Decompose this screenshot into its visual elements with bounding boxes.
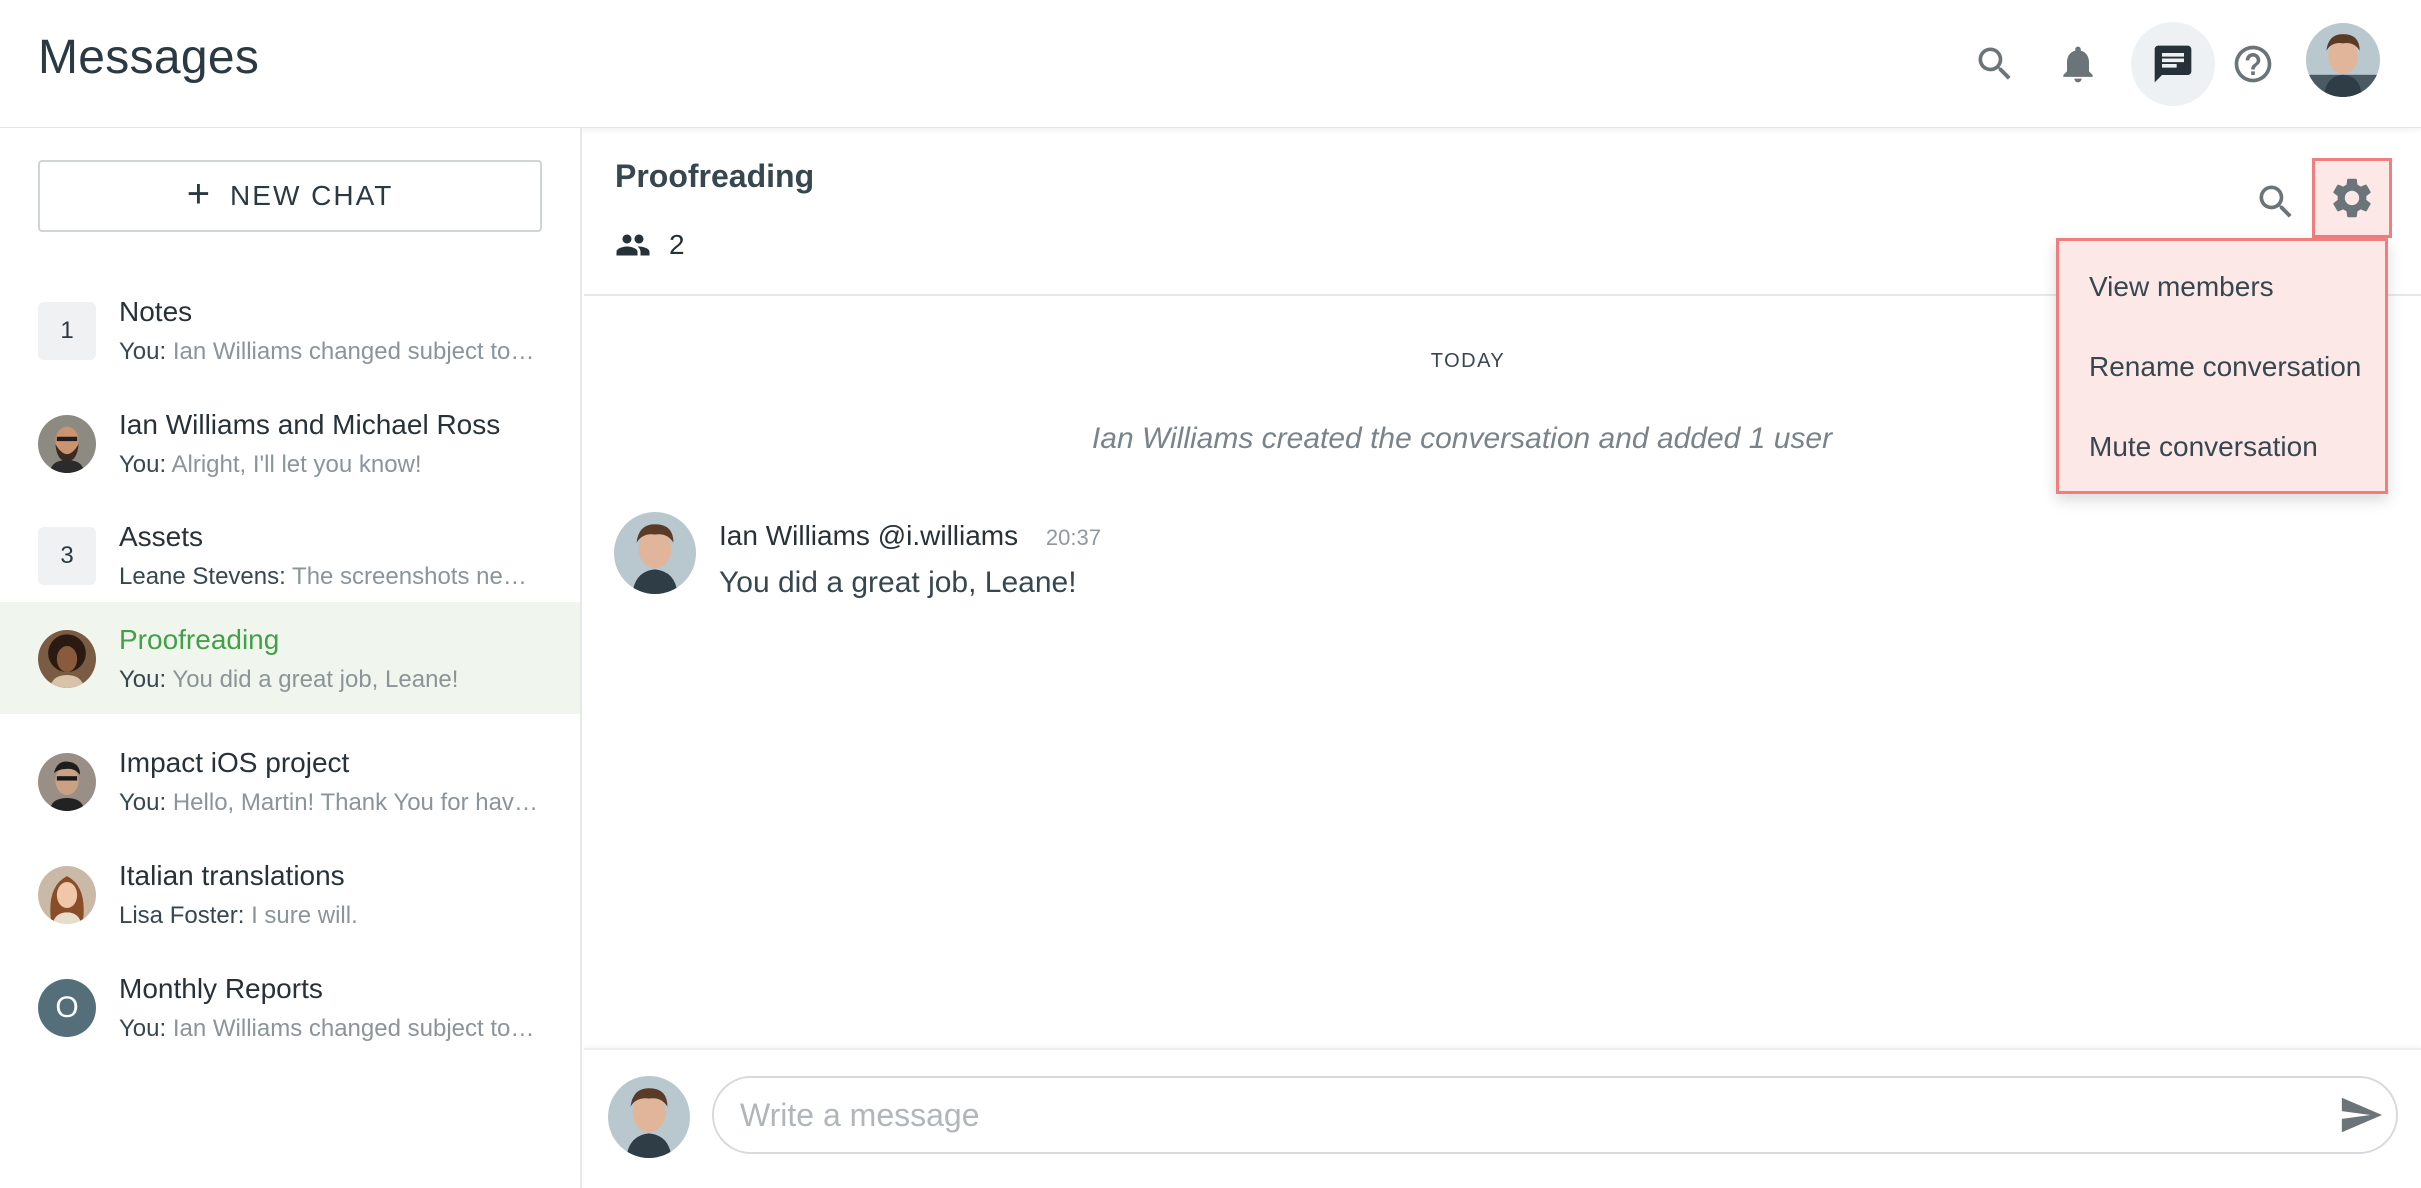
app-title: Messages	[38, 31, 260, 84]
chat-icon[interactable]	[2131, 22, 2215, 106]
conversation-item-proofreading[interactable]: Proofreading You: You did a great job, L…	[0, 602, 580, 714]
conversation-item-monthly-reports[interactable]: O Monthly Reports You: Ian Williams chan…	[0, 951, 580, 1063]
system-message: Ian Williams created the conversation an…	[1091, 422, 1833, 455]
preview-sender: Leane Stevens:	[119, 563, 286, 590]
conversation-preview: You: Hello, Martin! Thank You for having…	[119, 789, 539, 817]
preview-text: I sure will.	[251, 902, 358, 929]
preview-text: Hello, Martin! Thank You for having me	[172, 789, 539, 816]
avatar	[38, 415, 96, 473]
conversation-title: Assets	[119, 521, 204, 552]
message-header: Ian Williams @i.williams 20:37	[719, 520, 1101, 552]
preview-sender: You:	[119, 451, 167, 478]
menu-item-rename-conversation[interactable]: Rename conversation	[2089, 351, 2361, 383]
message-composer	[584, 1048, 2421, 1188]
bell-icon[interactable]	[2036, 22, 2120, 106]
preview-sender: You:	[119, 666, 167, 693]
user-avatar[interactable]	[2306, 23, 2380, 97]
preview-sender: You:	[119, 1015, 167, 1042]
people-icon	[616, 234, 650, 256]
member-count[interactable]: 2	[615, 227, 685, 263]
message-handle: @i.williams	[877, 520, 1019, 551]
conversation-item-ian-michael[interactable]: Ian Williams and Michael Ross You: Alrig…	[0, 387, 580, 499]
conversation-item-assets[interactable]: 3 Assets Leane Stevens: The screenshots …	[0, 499, 580, 611]
conversation-title: Italian translations	[119, 860, 345, 891]
preview-sender: You:	[119, 338, 167, 365]
settings-menu: View members Rename conversation Mute co…	[2056, 238, 2388, 494]
message-timestamp: 20:37	[1045, 525, 1101, 550]
search-icon[interactable]	[2246, 172, 2306, 232]
preview-sender: Lisa Foster:	[119, 902, 245, 929]
preview-text: Ian Williams changed subject to Monthly …	[172, 1015, 539, 1042]
gear-icon[interactable]	[2312, 158, 2392, 238]
menu-item-view-members[interactable]: View members	[2089, 271, 2274, 303]
conversation-item-notes[interactable]: 1 Notes You: Ian Williams changed subjec…	[0, 274, 580, 386]
new-chat-label: NEW CHAT	[230, 180, 394, 211]
conversation-title: Ian Williams and Michael Ross	[119, 409, 501, 440]
date-separator: TODAY	[1430, 350, 1506, 372]
conversation-preview: Leane Stevens: The screenshots need to b…	[119, 563, 539, 591]
message-author[interactable]: Ian Williams	[719, 520, 870, 551]
conversation-preview: You: Ian Williams changed subject to Not…	[119, 338, 539, 366]
member-count-value: 2	[669, 229, 685, 260]
message-avatar[interactable]	[614, 512, 696, 594]
conversation-title: Proofreading	[119, 624, 280, 655]
unread-badge: 3	[38, 527, 96, 585]
preview-text: Ian Williams changed subject to Notes	[172, 338, 539, 365]
preview-text: The screenshots need to be updated	[292, 563, 539, 590]
plus-icon: +	[186, 172, 213, 216]
conversation-sidebar: + NEW CHAT 1 Notes You: Ian Williams cha…	[0, 128, 582, 1188]
conversation-preview: Lisa Foster: I sure will.	[119, 902, 539, 930]
avatar	[38, 753, 96, 811]
avatar	[38, 630, 96, 688]
conversation-title: Impact iOS project	[119, 747, 350, 778]
search-icon[interactable]	[1953, 22, 2037, 106]
preview-text: Alright, I'll let you know!	[171, 451, 422, 478]
conversation-preview: You: Alright, I'll let you know!	[119, 451, 539, 479]
conversation-item-italian-translations[interactable]: Italian translations Lisa Foster: I sure…	[0, 838, 580, 950]
composer-avatar	[608, 1076, 690, 1158]
conversation-title: Notes	[119, 296, 193, 327]
message-text: You did a great job, Leane!	[719, 566, 1077, 599]
menu-item-mute-conversation[interactable]: Mute conversation	[2089, 431, 2318, 463]
preview-sender: You:	[119, 789, 167, 816]
conversation-preview: You: Ian Williams changed subject to Mon…	[119, 1015, 539, 1043]
send-icon[interactable]	[2336, 1090, 2386, 1140]
chat-title: Proofreading	[615, 158, 815, 194]
unread-badge: 1	[38, 302, 96, 360]
message-input[interactable]	[712, 1076, 2398, 1154]
preview-text: You did a great job, Leane!	[172, 666, 459, 693]
avatar	[38, 866, 96, 924]
new-chat-button[interactable]: + NEW CHAT	[38, 160, 542, 232]
conversation-preview: You: You did a great job, Leane!	[119, 666, 539, 694]
top-bar: Messages	[0, 0, 2421, 128]
conversation-item-impact-ios[interactable]: Impact iOS project You: Hello, Martin! T…	[0, 725, 580, 837]
avatar: O	[38, 979, 96, 1037]
conversation-title: Monthly Reports	[119, 973, 323, 1004]
help-icon[interactable]	[2211, 22, 2295, 106]
